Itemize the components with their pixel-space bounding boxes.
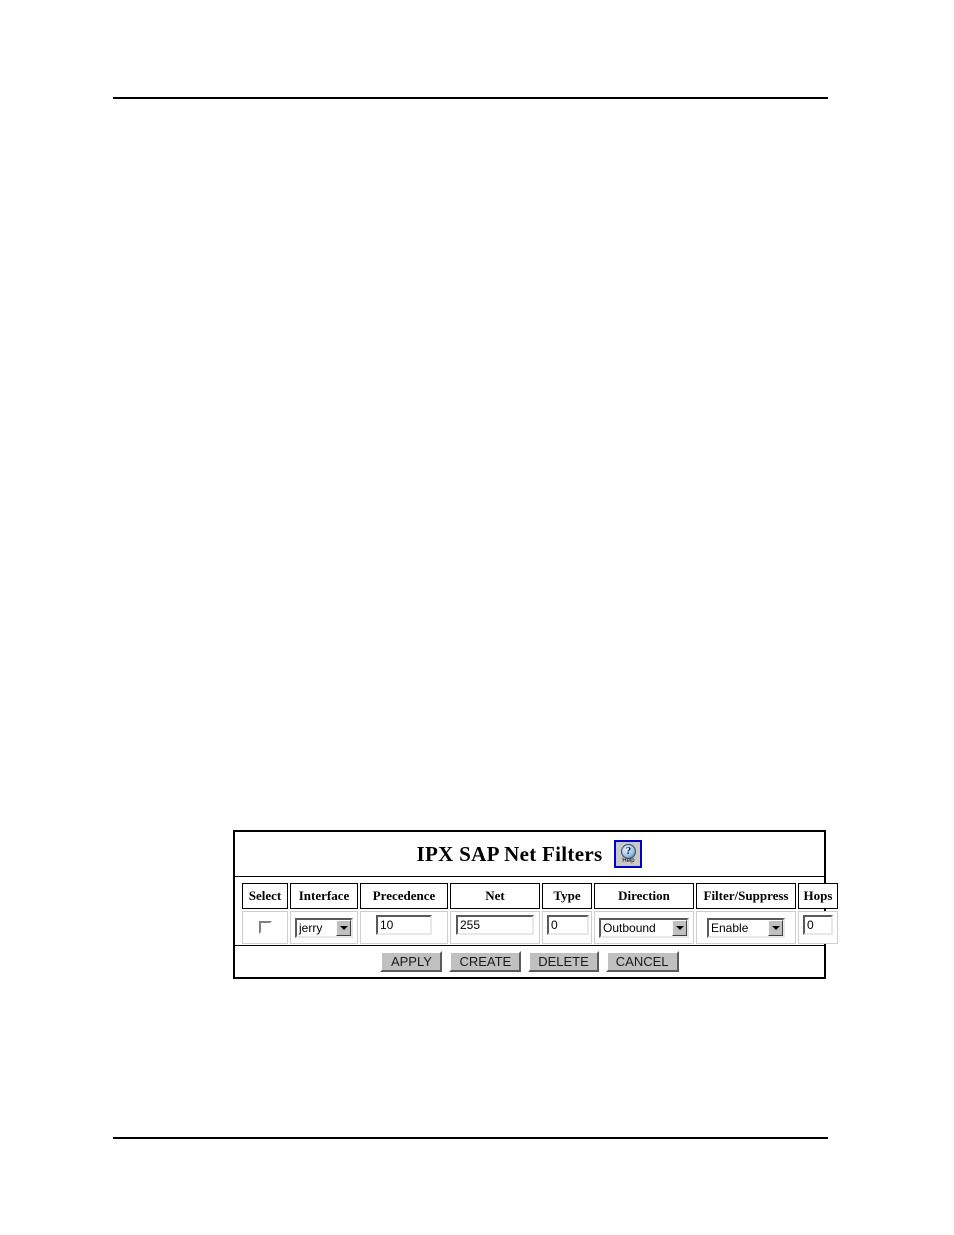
interface-select-value: jerry	[299, 920, 323, 935]
filters-table: Select Interface Precedence Net Type Dir…	[240, 881, 840, 946]
cell-net: 255	[450, 911, 540, 944]
cell-interface: jerry	[290, 911, 358, 944]
table-header-row: Select Interface Precedence Net Type Dir…	[242, 883, 838, 909]
interface-select[interactable]: jerry	[295, 917, 353, 938]
apply-button[interactable]: APPLY	[380, 951, 443, 972]
filter-suppress-select-value: Enable	[711, 920, 749, 935]
cell-precedence: 10	[360, 911, 448, 944]
precedence-input[interactable]: 10	[376, 915, 432, 935]
hops-input[interactable]: 0	[803, 915, 833, 935]
cell-select	[242, 911, 288, 944]
direction-select[interactable]: Outbound	[599, 917, 689, 938]
column-header-type: Type	[542, 883, 592, 909]
delete-button[interactable]: DELETE	[528, 951, 599, 972]
cell-filter-suppress: Enable	[696, 911, 796, 944]
action-button-bar: APPLY CREATE DELETE CANCEL	[235, 945, 824, 977]
panel-title-bar: IPX SAP Net Filters ? Help	[235, 832, 824, 877]
chevron-down-icon	[768, 919, 783, 936]
create-button[interactable]: CREATE	[449, 951, 522, 972]
net-input[interactable]: 255	[456, 915, 534, 935]
column-header-direction: Direction	[594, 883, 694, 909]
type-input[interactable]: 0	[547, 915, 589, 935]
cancel-button[interactable]: CANCEL	[605, 951, 679, 972]
select-checkbox[interactable]	[258, 920, 272, 934]
cell-hops: 0	[798, 911, 838, 944]
page-footer-rule	[113, 1137, 828, 1139]
ipx-sap-net-filters-panel: IPX SAP Net Filters ? Help Select Interf	[233, 830, 838, 979]
chevron-down-icon	[336, 919, 351, 936]
help-icon[interactable]: ? Help	[614, 840, 643, 868]
cell-type: 0	[542, 911, 592, 944]
direction-select-value: Outbound	[603, 920, 656, 935]
question-mark-glyph: ?	[620, 844, 636, 859]
page-title: IPX SAP Net Filters	[416, 841, 603, 866]
column-header-filter-suppress: Filter/Suppress	[696, 883, 796, 909]
filters-table-wrapper: Select Interface Precedence Net Type Dir…	[235, 877, 838, 946]
column-header-select: Select	[242, 883, 288, 909]
column-header-precedence: Precedence	[360, 883, 448, 909]
column-header-net: Net	[450, 883, 540, 909]
cell-direction: Outbound	[594, 911, 694, 944]
column-header-hops: Hops	[798, 883, 838, 909]
filter-suppress-select[interactable]: Enable	[707, 917, 785, 938]
page-header-rule	[113, 97, 828, 99]
table-row: jerry 10 255 0 Outbound Enable 0	[242, 911, 838, 944]
column-header-interface: Interface	[290, 883, 358, 909]
help-icon-label: Help	[622, 858, 635, 864]
chevron-down-icon	[672, 919, 687, 936]
